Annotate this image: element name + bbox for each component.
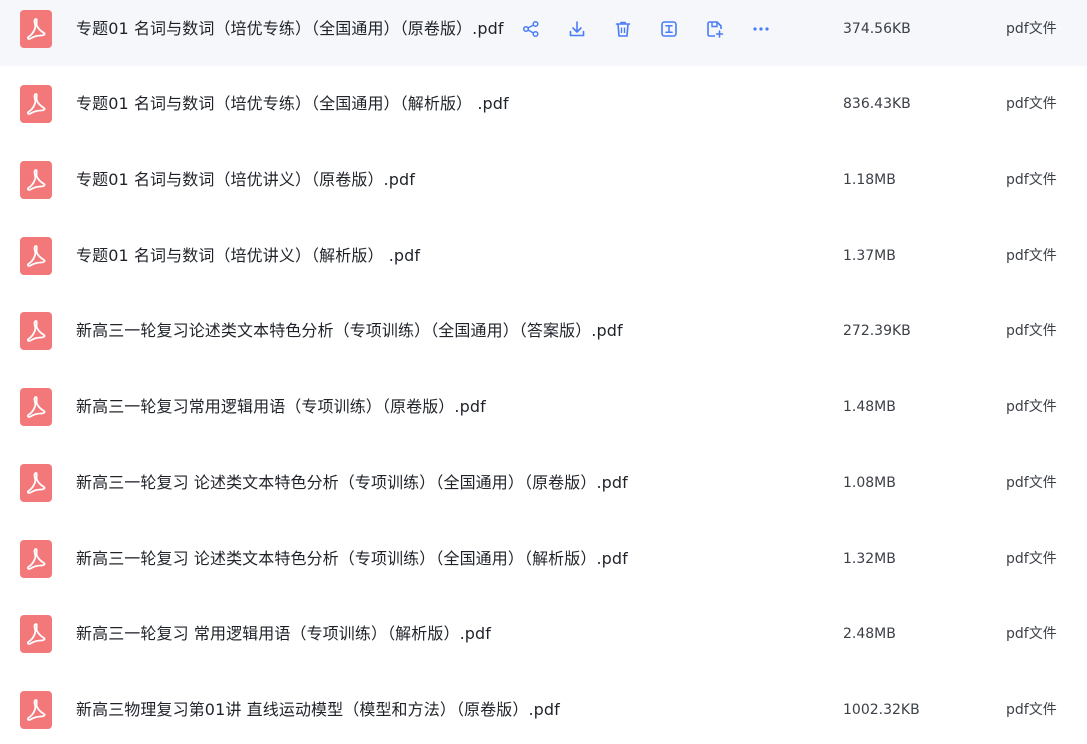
download-icon[interactable]	[565, 17, 589, 41]
file-name[interactable]: 新高三一轮复习论述类文本特色分析（专项训练）（全国通用）（答案版）.pdf	[76, 321, 623, 341]
file-row[interactable]: 新高三一轮复习常用逻辑用语（专项训练）（原卷版）.pdf 1.48MB pdf文…	[0, 374, 1087, 440]
pdf-file-icon	[20, 464, 52, 502]
file-size: 1.08MB	[843, 475, 896, 491]
file-size: 1.32MB	[843, 551, 896, 567]
file-size: 374.56KB	[843, 21, 911, 37]
text-cursor-icon[interactable]	[657, 17, 681, 41]
file-type: pdf文件	[1006, 323, 1057, 339]
file-name[interactable]: 新高三一轮复习常用逻辑用语（专项训练）（原卷版）.pdf	[76, 397, 486, 417]
file-name[interactable]: 专题01 名词与数词（培优专练）（全国通用）（解析版） .pdf	[76, 94, 509, 114]
file-type: pdf文件	[1006, 475, 1057, 491]
row-actions	[519, 17, 795, 41]
file-row[interactable]: 新高三一轮复习 常用逻辑用语（专项训练）（解析版）.pdf 2.48MB pdf…	[0, 601, 1087, 667]
pdf-file-icon	[20, 161, 52, 199]
file-name[interactable]: 专题01 名词与数词（培优讲义）（原卷版）.pdf	[76, 170, 415, 190]
file-row[interactable]: 专题01 名词与数词（培优讲义）（解析版） .pdf 1.37MB pdf文件	[0, 223, 1087, 289]
file-type: pdf文件	[1006, 248, 1057, 264]
file-list: 专题01 名词与数词（培优专练）（全国通用）（原卷版）.pdf 374.56KB…	[0, 0, 1087, 744]
pdf-file-icon	[20, 388, 52, 426]
file-row[interactable]: 专题01 名词与数词（培优讲义）（原卷版）.pdf 1.18MB pdf文件	[0, 147, 1087, 213]
file-size: 836.43KB	[843, 96, 911, 112]
file-size: 272.39KB	[843, 323, 911, 339]
file-row[interactable]: 新高三一轮复习论述类文本特色分析（专项训练）（全国通用）（答案版）.pdf 27…	[0, 298, 1087, 364]
file-name[interactable]: 新高三一轮复习 常用逻辑用语（专项训练）（解析版）.pdf	[76, 624, 491, 644]
file-name[interactable]: 新高三一轮复习 论述类文本特色分析（专项训练）（全国通用）（解析版）.pdf	[76, 549, 628, 569]
file-size: 1002.32KB	[843, 702, 920, 718]
pdf-file-icon	[20, 85, 52, 123]
pdf-file-icon	[20, 312, 52, 350]
file-row[interactable]: 专题01 名词与数词（培优专练）（全国通用）（原卷版）.pdf 374.56KB…	[0, 0, 1087, 66]
pdf-file-icon	[20, 691, 52, 729]
pdf-file-icon	[20, 540, 52, 578]
file-type: pdf文件	[1006, 172, 1057, 188]
file-type: pdf文件	[1006, 399, 1057, 415]
file-row[interactable]: 新高三一轮复习 论述类文本特色分析（专项训练）（全国通用）（原卷版）.pdf 1…	[0, 450, 1087, 516]
file-size: 1.18MB	[843, 172, 896, 188]
delete-icon[interactable]	[611, 17, 635, 41]
copy-to-icon[interactable]	[703, 17, 727, 41]
file-type: pdf文件	[1006, 96, 1057, 112]
more-icon[interactable]	[749, 17, 773, 41]
pdf-file-icon	[20, 615, 52, 653]
file-size: 2.48MB	[843, 626, 896, 642]
file-size: 1.48MB	[843, 399, 896, 415]
file-type: pdf文件	[1006, 551, 1057, 567]
pdf-file-icon	[20, 237, 52, 275]
file-size: 1.37MB	[843, 248, 896, 264]
pdf-file-icon	[20, 10, 52, 48]
file-name[interactable]: 新高三一轮复习 论述类文本特色分析（专项训练）（全国通用）（原卷版）.pdf	[76, 473, 628, 493]
file-row[interactable]: 新高三一轮复习 论述类文本特色分析（专项训练）（全国通用）（解析版）.pdf 1…	[0, 526, 1087, 592]
file-name[interactable]: 专题01 名词与数词（培优讲义）（解析版） .pdf	[76, 246, 420, 266]
file-name[interactable]: 新高三物理复习第01讲 直线运动模型（模型和方法）（原卷版）.pdf	[76, 700, 560, 720]
file-name[interactable]: 专题01 名词与数词（培优专练）（全国通用）（原卷版）.pdf	[76, 19, 504, 39]
file-type: pdf文件	[1006, 702, 1057, 718]
file-type: pdf文件	[1006, 626, 1057, 642]
file-type: pdf文件	[1006, 21, 1057, 37]
file-row[interactable]: 新高三物理复习第01讲 直线运动模型（模型和方法）（原卷版）.pdf 1002.…	[0, 677, 1087, 743]
file-row[interactable]: 专题01 名词与数词（培优专练）（全国通用）（解析版） .pdf 836.43K…	[0, 71, 1087, 137]
share-icon[interactable]	[519, 17, 543, 41]
